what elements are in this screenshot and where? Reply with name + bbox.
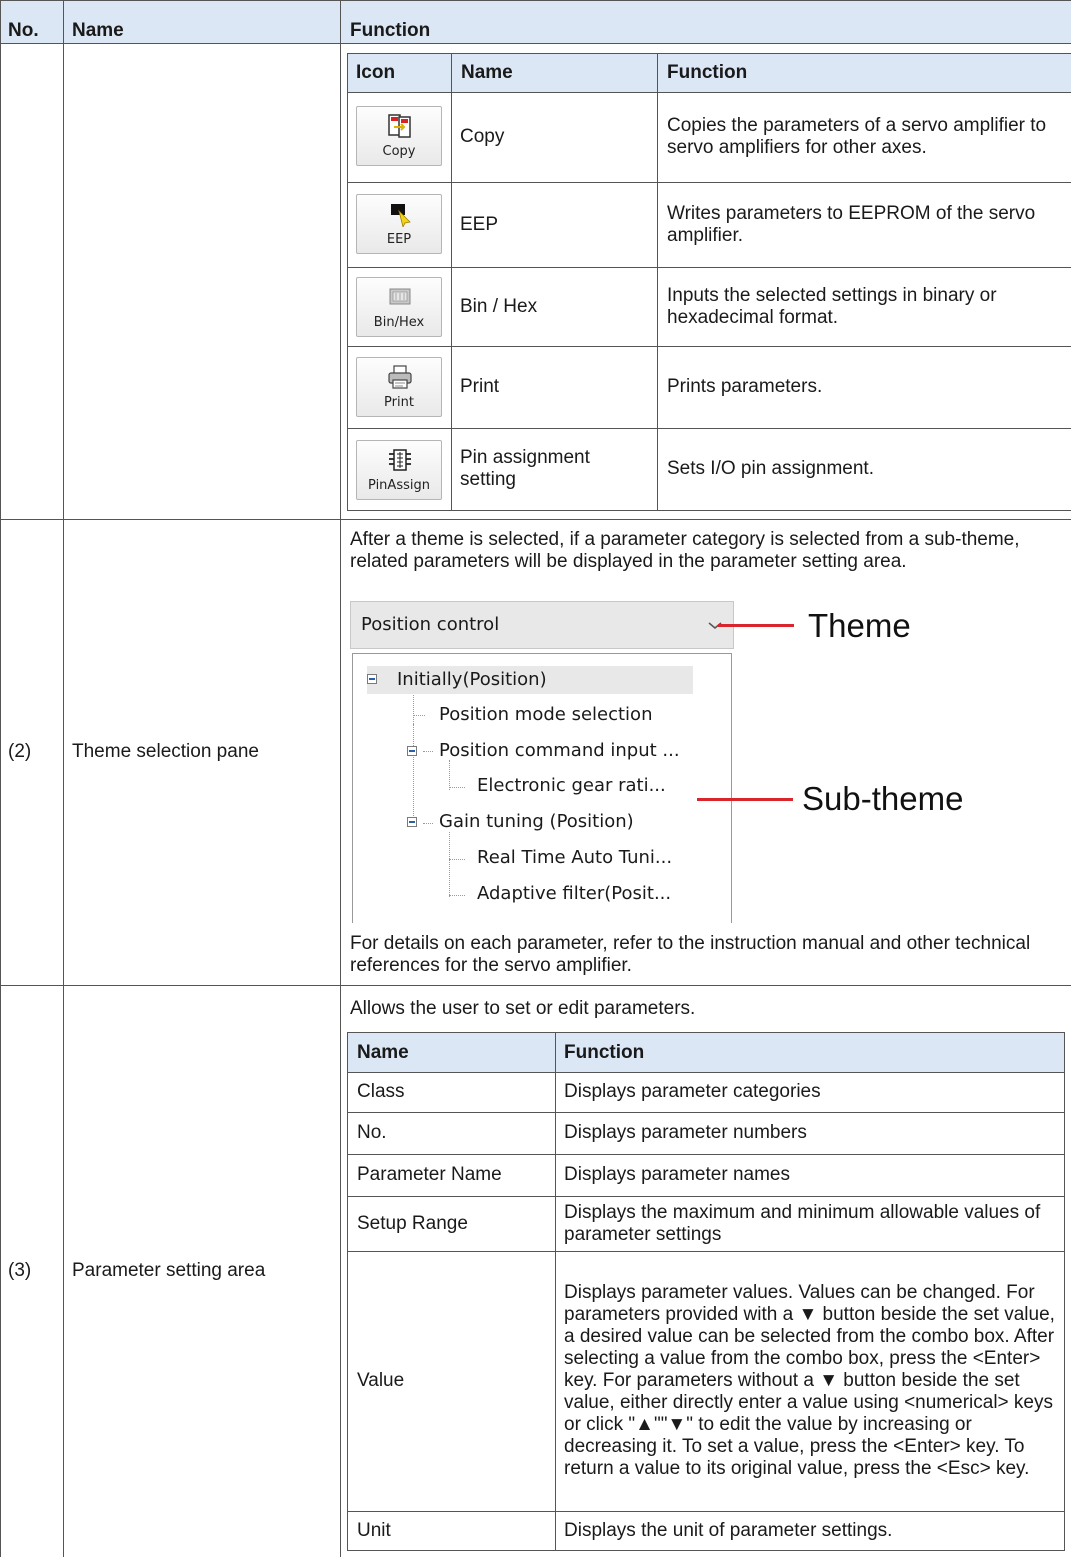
collapse-icon[interactable]	[367, 674, 377, 684]
icon-header-icon: Icon	[356, 62, 396, 83]
param-row-function: Displays parameter names	[564, 1164, 790, 1185]
icon-row-function: Sets I/O pin assignment.	[667, 458, 874, 479]
sub-theme-tree: Initially(Position) Position mode select…	[352, 653, 732, 923]
icon-row-name: EEP	[460, 213, 499, 235]
param-row-name: Value	[357, 1370, 405, 1391]
theme-callout-line	[718, 624, 794, 627]
icon-row-function: Copies the parameters of a servo amplifi…	[667, 115, 1047, 158]
bin-hex-button-label: Bin/Hex	[373, 315, 425, 330]
eep-button[interactable]: EEP	[356, 194, 442, 254]
param-header-name: Name	[357, 1042, 409, 1063]
param-header-function: Function	[564, 1042, 645, 1063]
tree-node-initially-position[interactable]: Initially(Position)	[367, 666, 693, 694]
icon-header-name: Name	[461, 62, 513, 83]
icon-row-name: Print	[460, 376, 500, 397]
section3-intro: Allows the user to set or edit parameter…	[350, 998, 696, 1019]
section2-footer: For details on each parameter, refer to …	[350, 933, 1031, 976]
icon-row-function: Inputs the selected settings in binary o…	[667, 284, 997, 328]
print-button-label: Print	[384, 395, 414, 410]
param-row-name: Parameter Name	[357, 1164, 502, 1185]
param-row-name: Class	[357, 1081, 405, 1102]
tree-node-adaptive-filter[interactable]: Adaptive filter(Posit...	[477, 883, 671, 904]
theme-combo[interactable]: Position control	[350, 601, 734, 649]
icon-row-name: Copy	[460, 126, 505, 147]
tree-node-electronic-gear-ratio[interactable]: Electronic gear rati...	[477, 775, 666, 796]
param-row-function: Displays parameter categories	[564, 1081, 821, 1102]
tree-node-label: Initially(Position)	[397, 669, 547, 690]
section3-name: Parameter setting area	[72, 1260, 266, 1281]
copy-button[interactable]: Copy	[356, 106, 442, 166]
tree-node-position-mode-selection[interactable]: Position mode selection	[439, 704, 652, 725]
section2-intro: After a theme is selected, if a paramete…	[350, 529, 1020, 572]
param-row-function: Displays the maximum and minimum allowab…	[564, 1201, 1041, 1245]
pin-assign-button-label: PinAssign	[368, 478, 430, 493]
parameter-table-header	[347, 1032, 1065, 1072]
param-row-name: Setup Range	[357, 1212, 468, 1234]
param-row-function: Displays parameter numbers	[564, 1122, 807, 1143]
collapse-icon[interactable]	[407, 817, 417, 827]
pin-assign-icon	[389, 449, 411, 471]
section2-name: Theme selection pane	[72, 741, 259, 762]
header-name: Name	[72, 20, 124, 41]
header-function: Function	[350, 20, 431, 41]
section3-no: (3)	[8, 1260, 32, 1281]
copy-icon	[388, 114, 411, 138]
collapse-icon[interactable]	[407, 746, 417, 756]
icon-row-name: Pin assignment setting	[460, 447, 590, 490]
tree-node-label: Position command input ...	[439, 740, 680, 761]
eep-icon	[391, 204, 411, 227]
section2-no: (2)	[8, 741, 32, 762]
icon-row-function: Prints parameters.	[667, 376, 823, 397]
param-row-name: Unit	[357, 1519, 391, 1541]
eep-button-label: EEP	[386, 232, 412, 247]
print-button[interactable]: Print	[356, 357, 442, 417]
tree-node-label: Adaptive filter(Posit...	[477, 883, 672, 904]
tree-node-label: Electronic gear rati...	[477, 775, 666, 796]
param-row-function: Displays parameter values. Values can be…	[564, 1282, 1055, 1479]
param-row-function: Displays the unit of parameter settings.	[564, 1519, 893, 1541]
tree-node-label: Real Time Auto Tuni...	[477, 847, 673, 868]
tree-node-label: Gain tuning (Position)	[439, 811, 634, 832]
pin-assign-button[interactable]: PinAssign	[356, 440, 442, 500]
theme-combo-value: Position control	[361, 614, 500, 635]
main-header-row	[0, 0, 1071, 43]
copy-button-label: Copy	[382, 144, 416, 159]
subtheme-callout-line	[697, 798, 793, 801]
bin-hex-button[interactable]: Bin/Hex	[356, 277, 442, 337]
icon-header-function: Function	[667, 62, 748, 83]
icon-row-name: Bin / Hex	[460, 295, 538, 317]
header-no: No.	[8, 20, 39, 41]
icon-row-function: Writes parameters to EEPROM of the servo…	[667, 202, 1036, 246]
print-icon	[388, 365, 412, 389]
param-row-name: No.	[357, 1122, 387, 1143]
tree-node-real-time-auto-tuning[interactable]: Real Time Auto Tuni...	[477, 847, 672, 868]
theme-callout-label: Theme	[808, 607, 911, 644]
subtheme-callout-label: Sub-theme	[802, 780, 964, 817]
tree-node-label: Position mode selection	[439, 704, 653, 725]
bin-hex-icon	[389, 288, 411, 305]
